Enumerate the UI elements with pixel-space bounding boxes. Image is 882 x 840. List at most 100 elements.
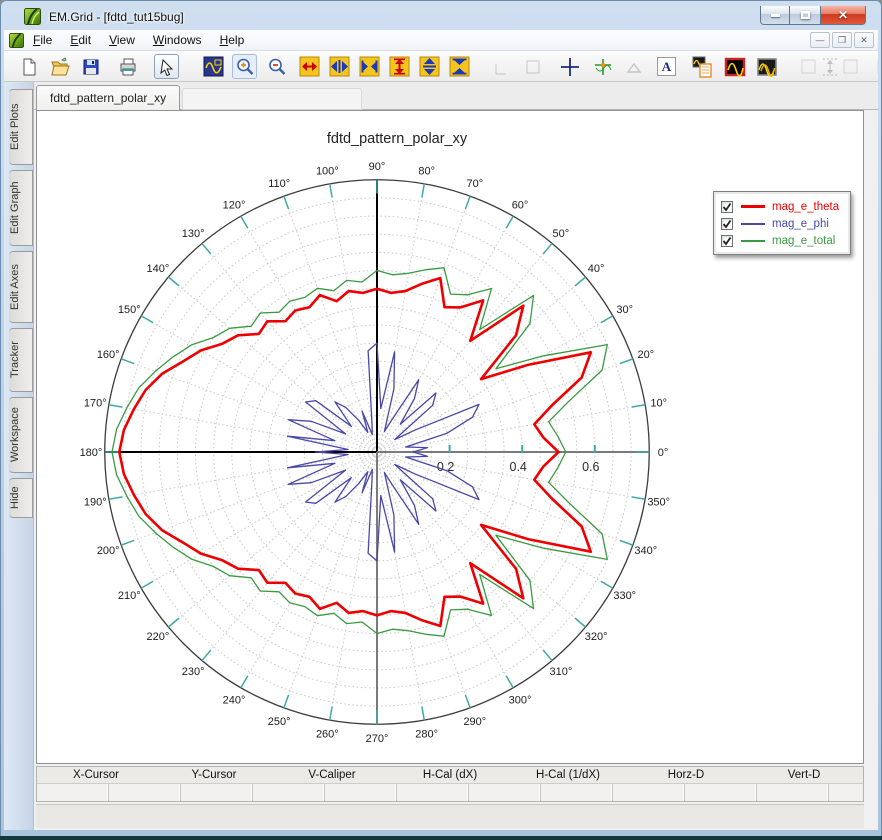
- tab-fdtd-pattern-polar-xy[interactable]: fdtd_pattern_polar_xy: [36, 85, 181, 110]
- angle-tick-label: 30°: [616, 304, 633, 316]
- angle-tick-label: 150°: [118, 304, 141, 316]
- region-rect-icon: [495, 63, 506, 74]
- legend-label-phi: mag_e_phi: [772, 217, 829, 230]
- compress-x-axis-button[interactable]: [357, 54, 382, 79]
- legend-label-theta: mag_e_theta: [772, 200, 840, 213]
- side-tab-edit-graph[interactable]: Edit Graph: [9, 170, 33, 246]
- legend-line-sample-phi: [741, 222, 765, 225]
- slope-tool-button: [621, 54, 646, 79]
- multi-plot-button[interactable]: [754, 54, 779, 79]
- expand-x-axis-button[interactable]: [327, 54, 352, 79]
- expand-y-button[interactable]: [387, 54, 412, 79]
- angle-tick-label: 210°: [118, 590, 141, 602]
- legend-icon: [692, 56, 712, 78]
- expand-x-red-icon: [299, 56, 320, 77]
- angle-tick-label: 60°: [512, 199, 529, 211]
- menu-help[interactable]: Help: [211, 30, 254, 50]
- angle-tick-label: 220°: [146, 631, 169, 643]
- equal-vspace-icon: [801, 58, 858, 75]
- menu-windows[interactable]: Windows: [144, 30, 211, 50]
- side-tab-workspace[interactable]: Workspace: [9, 397, 33, 473]
- angle-tick-label: 160°: [97, 349, 120, 361]
- angle-tick-label: 70°: [467, 178, 484, 190]
- tracker-button[interactable]: [590, 54, 615, 79]
- compress-y-axis-button[interactable]: [447, 54, 472, 79]
- status-strip: [36, 804, 864, 828]
- close-button[interactable]: ✕: [821, 6, 866, 25]
- angle-tick-label: 110°: [268, 178, 290, 190]
- select-pointer-button[interactable]: [154, 54, 179, 79]
- angle-tick-label: 230°: [182, 666, 205, 678]
- autoscale-icon: [203, 56, 224, 77]
- window-title: EM.Grid - [fdtd_tut15bug]: [49, 9, 184, 24]
- region-select-button: [490, 54, 515, 79]
- zoom-out-button[interactable]: [264, 54, 289, 79]
- side-tab-edit-axes[interactable]: Edit Axes: [9, 251, 33, 323]
- angle-tick-label: 90°: [369, 161, 386, 173]
- legend-line-sample-total: [741, 239, 765, 242]
- expand-y-axis-button[interactable]: [417, 54, 442, 79]
- angle-tick-label: 340°: [634, 545, 657, 557]
- expand-x-button[interactable]: [297, 54, 322, 79]
- angle-tick-label: 100°: [316, 165, 339, 177]
- side-tab-tracker[interactable]: Tracker: [9, 328, 33, 392]
- legend-checkbox-total[interactable]: [721, 234, 733, 247]
- autoscale-button[interactable]: [201, 54, 226, 79]
- side-tab-hide[interactable]: Hide: [9, 478, 33, 518]
- legend-checkbox-phi[interactable]: [721, 217, 733, 230]
- new-file-button[interactable]: [16, 54, 41, 79]
- angle-tick-label: 80°: [418, 165, 435, 177]
- angle-tick-label: 260°: [316, 729, 339, 741]
- new-file-icon: [23, 58, 35, 75]
- legend-checkbox-theta[interactable]: [721, 200, 733, 213]
- app-window: EM.Grid - [fdtd_tut15bug] ✕ File Edit Vi…: [0, 0, 882, 840]
- cursor-readout-bar: X-Cursor Y-Cursor V-Caliper H-Cal (dX) H…: [36, 766, 864, 802]
- angle-tick-label: 320°: [585, 631, 608, 643]
- print-button[interactable]: [115, 54, 140, 79]
- cursor-value-row: [37, 784, 863, 801]
- maximize-button[interactable]: [790, 6, 821, 25]
- angle-tick-label: 300°: [509, 695, 532, 707]
- menu-edit[interactable]: Edit: [61, 30, 100, 50]
- angle-tick-label: 200°: [97, 545, 120, 557]
- zoom-in-button[interactable]: [232, 54, 257, 79]
- triangle-icon: [626, 62, 641, 73]
- mdi-minimize-button[interactable]: —: [810, 32, 830, 48]
- angle-tick-label: 0°: [658, 447, 669, 459]
- plot-tab-bar: fdtd_pattern_polar_xy: [34, 82, 878, 110]
- document-logo-icon: [9, 32, 24, 48]
- crosshair-button[interactable]: [557, 54, 582, 79]
- legend-label-total: mag_e_total: [772, 234, 836, 247]
- arrows-in-horizontal-icon: [359, 56, 380, 77]
- mdi-restore-button[interactable]: ❐: [832, 32, 852, 48]
- open-file-button[interactable]: [47, 54, 72, 79]
- text-icon: A: [657, 57, 676, 76]
- save-button[interactable]: [78, 54, 103, 79]
- minimize-button[interactable]: [760, 6, 790, 25]
- side-tab-strip: Edit Plots Edit Graph Edit Axes Tracker …: [4, 82, 34, 830]
- legend-editor-button[interactable]: [689, 54, 714, 79]
- print-icon: [120, 58, 135, 75]
- arrows-out-vertical-icon: [419, 56, 440, 77]
- menu-view[interactable]: View: [100, 30, 144, 50]
- main-area: Edit Plots Edit Graph Edit Axes Tracker …: [4, 82, 878, 830]
- text-annotation-button[interactable]: A: [654, 54, 679, 79]
- legend-box[interactable]: mag_e_theta mag_e_phi mag_e_total: [713, 191, 851, 255]
- mdi-close-button[interactable]: ✕: [854, 32, 874, 48]
- cursor-col-y-cursor: Y-Cursor: [191, 769, 237, 781]
- angle-tick-label: 350°: [647, 497, 670, 509]
- angle-tick-label: 120°: [223, 199, 246, 211]
- legend-item-mag-e-total: mag_e_total: [721, 232, 844, 249]
- legend-line-sample-theta: [741, 205, 765, 208]
- svg-text:A: A: [662, 59, 672, 74]
- plot-properties-button[interactable]: [722, 54, 747, 79]
- cursor-col-horz-d: Horz-D: [667, 769, 705, 781]
- plot-properties-icon: [724, 57, 745, 77]
- menu-file[interactable]: File: [24, 30, 61, 50]
- title-bar[interactable]: EM.Grid - [fdtd_tut15bug] ✕: [4, 3, 878, 30]
- plot-panel[interactable]: 0.2 0.4 0.6 0° 10° 20° 30° 40° 50° 60° 70° 80° 90° 10…: [36, 110, 864, 764]
- angle-tick-label: 130°: [182, 228, 205, 240]
- angle-tick-label: 180°: [80, 447, 103, 459]
- arrows-in-vertical-icon: [449, 56, 470, 77]
- side-tab-edit-plots[interactable]: Edit Plots: [9, 89, 33, 165]
